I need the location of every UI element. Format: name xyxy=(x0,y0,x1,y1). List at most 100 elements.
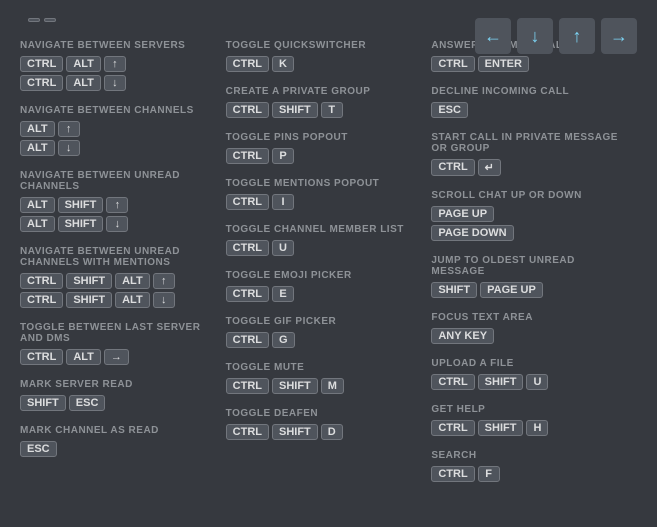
key-badge: CTRL xyxy=(226,194,269,210)
shortcut-section: DECLINE INCOMING CALL ESC xyxy=(431,86,627,118)
section-title: DECLINE INCOMING CALL xyxy=(431,86,627,97)
key-badge: CTRL xyxy=(226,424,269,440)
key-badge: ↓ xyxy=(106,216,128,232)
section-title: GET HELP xyxy=(431,404,627,415)
key-badge: CTRL xyxy=(431,159,474,176)
shortcut-section: JUMP TO OLDEST UNREAD MESSAGESHIFTPAGE U… xyxy=(431,255,627,298)
key-badge: U xyxy=(272,240,294,256)
edit-badge xyxy=(44,18,56,22)
key-badge: ↑ xyxy=(58,121,80,137)
key-badge: K xyxy=(272,56,294,72)
key-badge: → xyxy=(104,349,129,365)
section-title: SCROLL CHAT UP OR DOWN xyxy=(431,190,627,201)
key-badge: I xyxy=(272,194,294,210)
key-badge: CTRL xyxy=(431,56,474,72)
shortcut-section: TOGGLE CHANNEL MEMBER LISTCTRLU xyxy=(226,224,422,256)
key-badge: D xyxy=(321,424,343,440)
arrow-button[interactable]: ↑ xyxy=(559,18,595,54)
keys-row: CTRLI xyxy=(226,194,422,210)
shortcut-section: SEARCH CTRLF xyxy=(431,450,627,482)
shortcut-section: SCROLL CHAT UP OR DOWN PAGE UP PAGE DOWN xyxy=(431,190,627,241)
keys-row: CTRLF xyxy=(431,466,627,482)
key-badge: PAGE UP xyxy=(480,282,543,298)
key-badge: CTRL xyxy=(226,102,269,118)
key-badge: F xyxy=(478,466,500,482)
shortcut-section: CREATE A PRIVATE GROUPCTRLSHIFTT xyxy=(226,86,422,118)
key-badge: CTRL xyxy=(431,374,474,390)
key-badge: CTRL xyxy=(226,332,269,348)
key-badge: ↑ xyxy=(104,56,126,72)
shortcut-section: TOGGLE BETWEEN LAST SERVER AND DMS CTRLAL… xyxy=(20,322,216,365)
keys-row: CTRLSHIFTALT↑ xyxy=(20,273,216,289)
section-title: TOGGLE PINS POPOUT xyxy=(226,132,422,143)
key-badge: ESC xyxy=(20,441,57,457)
keys-row: ESC xyxy=(20,441,216,457)
keys-row: CTRLSHIFTU xyxy=(431,374,627,390)
section-title: TOGGLE MUTE xyxy=(226,362,422,373)
section-title: NAVIGATE BETWEEN UNREAD CHANNELS WITH ME… xyxy=(20,246,216,268)
keys-row: CTRLG xyxy=(226,332,422,348)
keys-row: CTRLSHIFTH xyxy=(431,420,627,436)
keys-row: CTRLENTER xyxy=(431,56,627,72)
key-badge: PAGE UP xyxy=(431,206,494,222)
columns: NAVIGATE BETWEEN SERVERSCTRLALT↑CTRLALT↓… xyxy=(20,40,637,496)
arrow-button[interactable]: → xyxy=(601,18,637,54)
ctrl-badge xyxy=(28,18,40,22)
key-badge: SHIFT xyxy=(431,282,477,298)
arrow-button[interactable]: ← xyxy=(475,18,511,54)
key-badge: M xyxy=(321,378,344,394)
shortcut-section: TOGGLE PINS POPOUTCTRLP xyxy=(226,132,422,164)
header-badge xyxy=(28,18,56,22)
section-title: TOGGLE EMOJI PICKER xyxy=(226,270,422,281)
keys-row: CTRLSHIFTD xyxy=(226,424,422,440)
key-badge: CTRL xyxy=(226,240,269,256)
keys-row: ALT↓ xyxy=(20,140,216,156)
shortcut-section: NAVIGATE BETWEEN SERVERSCTRLALT↑CTRLALT↓ xyxy=(20,40,216,91)
keys-row: CTRL↵ xyxy=(431,159,627,176)
key-badge: CTRL xyxy=(431,466,474,482)
key-badge: SHIFT xyxy=(58,216,104,232)
section-title: TOGGLE GIF PICKER xyxy=(226,316,422,327)
keys-row: CTRLE xyxy=(226,286,422,302)
section-title: MARK SERVER READ xyxy=(20,379,216,390)
section-title: MARK CHANNEL AS READ xyxy=(20,425,216,436)
keys-row: SHIFTPAGE UP xyxy=(431,282,627,298)
keys-row: CTRLSHIFTALT↓ xyxy=(20,292,216,308)
keys-row: CTRLSHIFTM xyxy=(226,378,422,394)
keys-row: ANY KEY xyxy=(431,328,627,344)
keys-row: ALT↑ xyxy=(20,121,216,137)
shortcut-section: MARK SERVER READ SHIFTESC xyxy=(20,379,216,411)
key-badge: H xyxy=(526,420,548,436)
keys-row: CTRLALT→ xyxy=(20,349,216,365)
shortcut-section: NAVIGATE BETWEEN UNREAD CHANNELS ALTSHIFT… xyxy=(20,170,216,232)
key-badge: SHIFT xyxy=(58,197,104,213)
section-title: TOGGLE DEAFEN xyxy=(226,408,422,419)
section-title: TOGGLE BETWEEN LAST SERVER AND DMS xyxy=(20,322,216,344)
keys-row: SHIFTESC xyxy=(20,395,216,411)
key-badge: SHIFT xyxy=(478,374,524,390)
key-badge: ↑ xyxy=(153,273,175,289)
key-badge: CTRL xyxy=(20,75,63,91)
key-badge: CTRL xyxy=(226,148,269,164)
keys-row: CTRLU xyxy=(226,240,422,256)
key-badge: SHIFT xyxy=(272,424,318,440)
section-title: NAVIGATE BETWEEN UNREAD CHANNELS xyxy=(20,170,216,192)
key-badge: ALT xyxy=(20,197,55,213)
keys-row: PAGE DOWN xyxy=(431,225,627,241)
shortcut-section: START CALL IN PRIVATE MESSAGE OR GROUPCT… xyxy=(431,132,627,176)
keys-row: ALTSHIFT↓ xyxy=(20,216,216,232)
key-badge: ↑ xyxy=(106,197,128,213)
key-badge: G xyxy=(272,332,295,348)
section-title: FOCUS TEXT AREA xyxy=(431,312,627,323)
key-badge: ALT xyxy=(20,121,55,137)
arrow-button[interactable]: ↓ xyxy=(517,18,553,54)
key-badge: ↓ xyxy=(58,140,80,156)
key-badge: T xyxy=(321,102,343,118)
key-badge: ESC xyxy=(431,102,468,118)
shortcut-section: TOGGLE QUICKSWITCHERCTRLK xyxy=(226,40,422,72)
key-badge: E xyxy=(272,286,294,302)
column-2: TOGGLE QUICKSWITCHERCTRLK CREATE A PRIVAT… xyxy=(226,40,432,496)
shortcut-section: UPLOAD A FILECTRLSHIFTU xyxy=(431,358,627,390)
shortcut-section: TOGGLE MENTIONS POPOUTCTRLI xyxy=(226,178,422,210)
section-title: SEARCH xyxy=(431,450,627,461)
